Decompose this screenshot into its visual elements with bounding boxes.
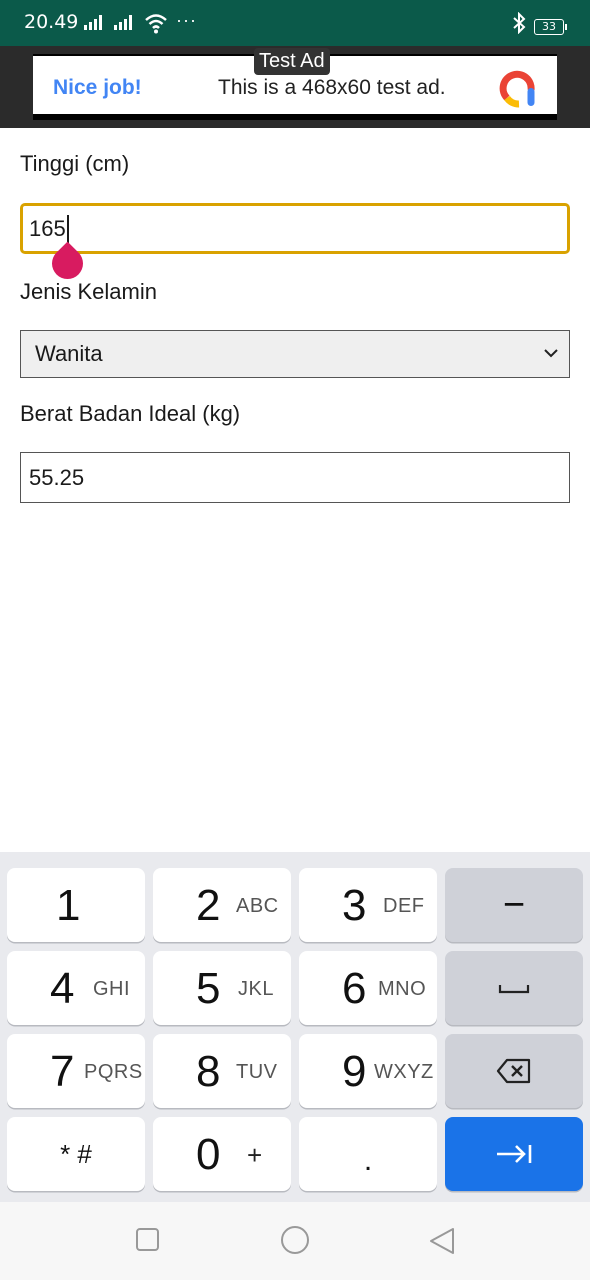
key-letters: MNO [378,978,427,1000]
text-caret [66,214,69,243]
ad-headline[interactable]: Nice job! [53,76,142,100]
key-letters: PQRS [84,1061,143,1083]
key-space[interactable] [445,951,583,1025]
gender-select[interactable]: Wanita [20,330,570,378]
key-digit: 4 [50,964,75,1013]
ad-body-text[interactable]: This is a 468x60 test ad. [218,76,446,100]
status-bar: 20.49 ··· 33 [0,0,590,46]
bluetooth-icon [513,12,526,34]
test-ad-tag: Test Ad [254,48,330,75]
key-8[interactable]: 8 TUV [153,1034,291,1108]
key-star-hash[interactable]: * # [7,1117,145,1191]
key-letters: ABC [236,895,279,917]
navigation-bar [0,1202,590,1280]
key-5[interactable]: 5 JKL [153,951,291,1025]
key-next[interactable] [445,1117,583,1191]
battery-icon: 33 [534,19,567,35]
key-letters: GHI [93,978,131,1000]
dot-glyph: . [363,1144,373,1177]
key-digit: 3 [342,881,367,930]
key-0[interactable]: 0 + [153,1117,291,1191]
key-1[interactable]: 1 [7,868,145,942]
key-4[interactable]: 4 GHI [7,951,145,1025]
key-digit: 1 [56,881,81,930]
key-digit: 6 [342,964,367,1013]
key-9[interactable]: 9 WXYZ [299,1034,437,1108]
recent-apps-icon[interactable] [135,1227,160,1252]
ideal-weight-output[interactable]: 55.25 [20,452,570,503]
key-7[interactable]: 7 PQRS [7,1034,145,1108]
key-backspace[interactable] [445,1034,583,1108]
height-input-value[interactable]: 165 [29,216,66,242]
wifi-icon [145,14,167,34]
chevron-down-icon[interactable] [543,345,559,361]
key-letters: DEF [383,895,425,917]
key-2[interactable]: 2 ABC [153,868,291,942]
key-3[interactable]: 3 DEF [299,868,437,942]
key-digit: 7 [50,1047,75,1096]
ideal-weight-value[interactable]: 55.25 [29,465,84,491]
clock: 20.49 [24,11,79,33]
numeric-keyboard: 1 2 ABC 3 DEF − 4 GHI 5 JKL 6 MNO 7 PQRS… [0,852,590,1202]
space-icon [498,985,530,994]
ideal-weight-label: Berat Badan Ideal (kg) [20,401,241,426]
key-digit: 5 [196,964,221,1013]
key-minus[interactable]: − [445,868,583,942]
key-digit: 0 [196,1130,221,1179]
key-letters: JKL [238,978,274,1000]
minus-glyph: − [502,883,526,926]
key-letters: TUV [236,1061,278,1083]
signal-icon [84,14,102,30]
backspace-icon [496,1058,531,1084]
more-notifications-icon: ··· [176,10,197,30]
signal-icon-2 [114,14,132,30]
key-digit: 8 [196,1047,221,1096]
key-letters: WXYZ [374,1061,434,1083]
height-label: Tinggi (cm) [20,151,130,176]
gender-selected-value[interactable]: Wanita [35,341,103,367]
back-icon[interactable] [428,1227,456,1255]
key-6[interactable]: 6 MNO [299,951,437,1025]
next-field-icon [497,1145,532,1163]
admob-logo-icon[interactable] [499,70,539,110]
gender-label: Jenis Kelamin [20,279,157,304]
height-input[interactable]: 165 [20,203,570,254]
key-digit: 2 [196,881,221,930]
home-icon[interactable] [280,1225,310,1255]
key-dot[interactable]: . [299,1117,437,1191]
key-letters: + [247,1140,263,1170]
ad-banner-area: Test Ad Nice job! This is a 468x60 test … [0,46,590,128]
star-hash-glyph: * # [60,1138,92,1169]
key-digit: 9 [342,1047,367,1096]
battery-level: 33 [542,20,556,33]
